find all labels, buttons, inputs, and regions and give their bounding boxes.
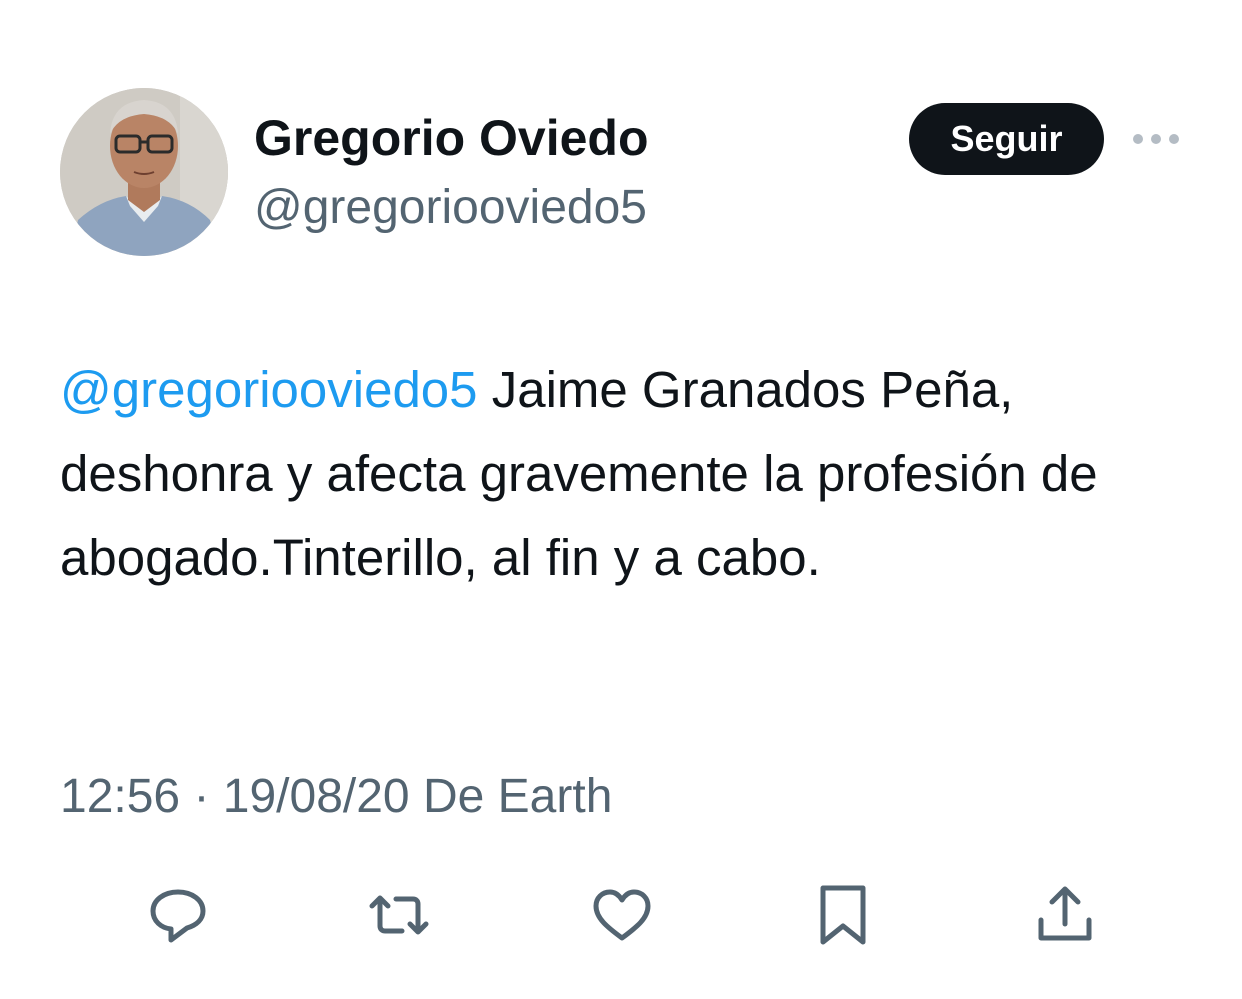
tweet-date[interactable]: 19/08/20: [223, 770, 410, 823]
tweet-time[interactable]: 12:56: [60, 770, 180, 823]
author-display-name[interactable]: Gregorio Oviedo: [254, 108, 649, 168]
share-icon[interactable]: [1030, 880, 1100, 950]
bookmark-icon[interactable]: [808, 880, 878, 950]
reply-icon[interactable]: [143, 880, 213, 950]
avatar[interactable]: [60, 88, 228, 256]
avatar-photo: [60, 88, 228, 256]
tweet-source: De Earth: [409, 770, 613, 823]
tweet-mention-link[interactable]: @gregoriooviedo5: [60, 361, 478, 418]
more-horizontal-icon[interactable]: [1128, 122, 1184, 156]
tweet-meta: 12:56 · 19/08/20 De Earth: [60, 765, 612, 829]
like-icon[interactable]: [587, 880, 657, 950]
meta-separator: ·: [180, 770, 223, 823]
author-handle[interactable]: @gregoriooviedo5: [254, 178, 647, 238]
tweet-text: @gregoriooviedo5 Jaime Granados Peña, de…: [60, 348, 1190, 600]
follow-button[interactable]: Seguir: [909, 103, 1104, 175]
retweet-icon[interactable]: [364, 880, 434, 950]
